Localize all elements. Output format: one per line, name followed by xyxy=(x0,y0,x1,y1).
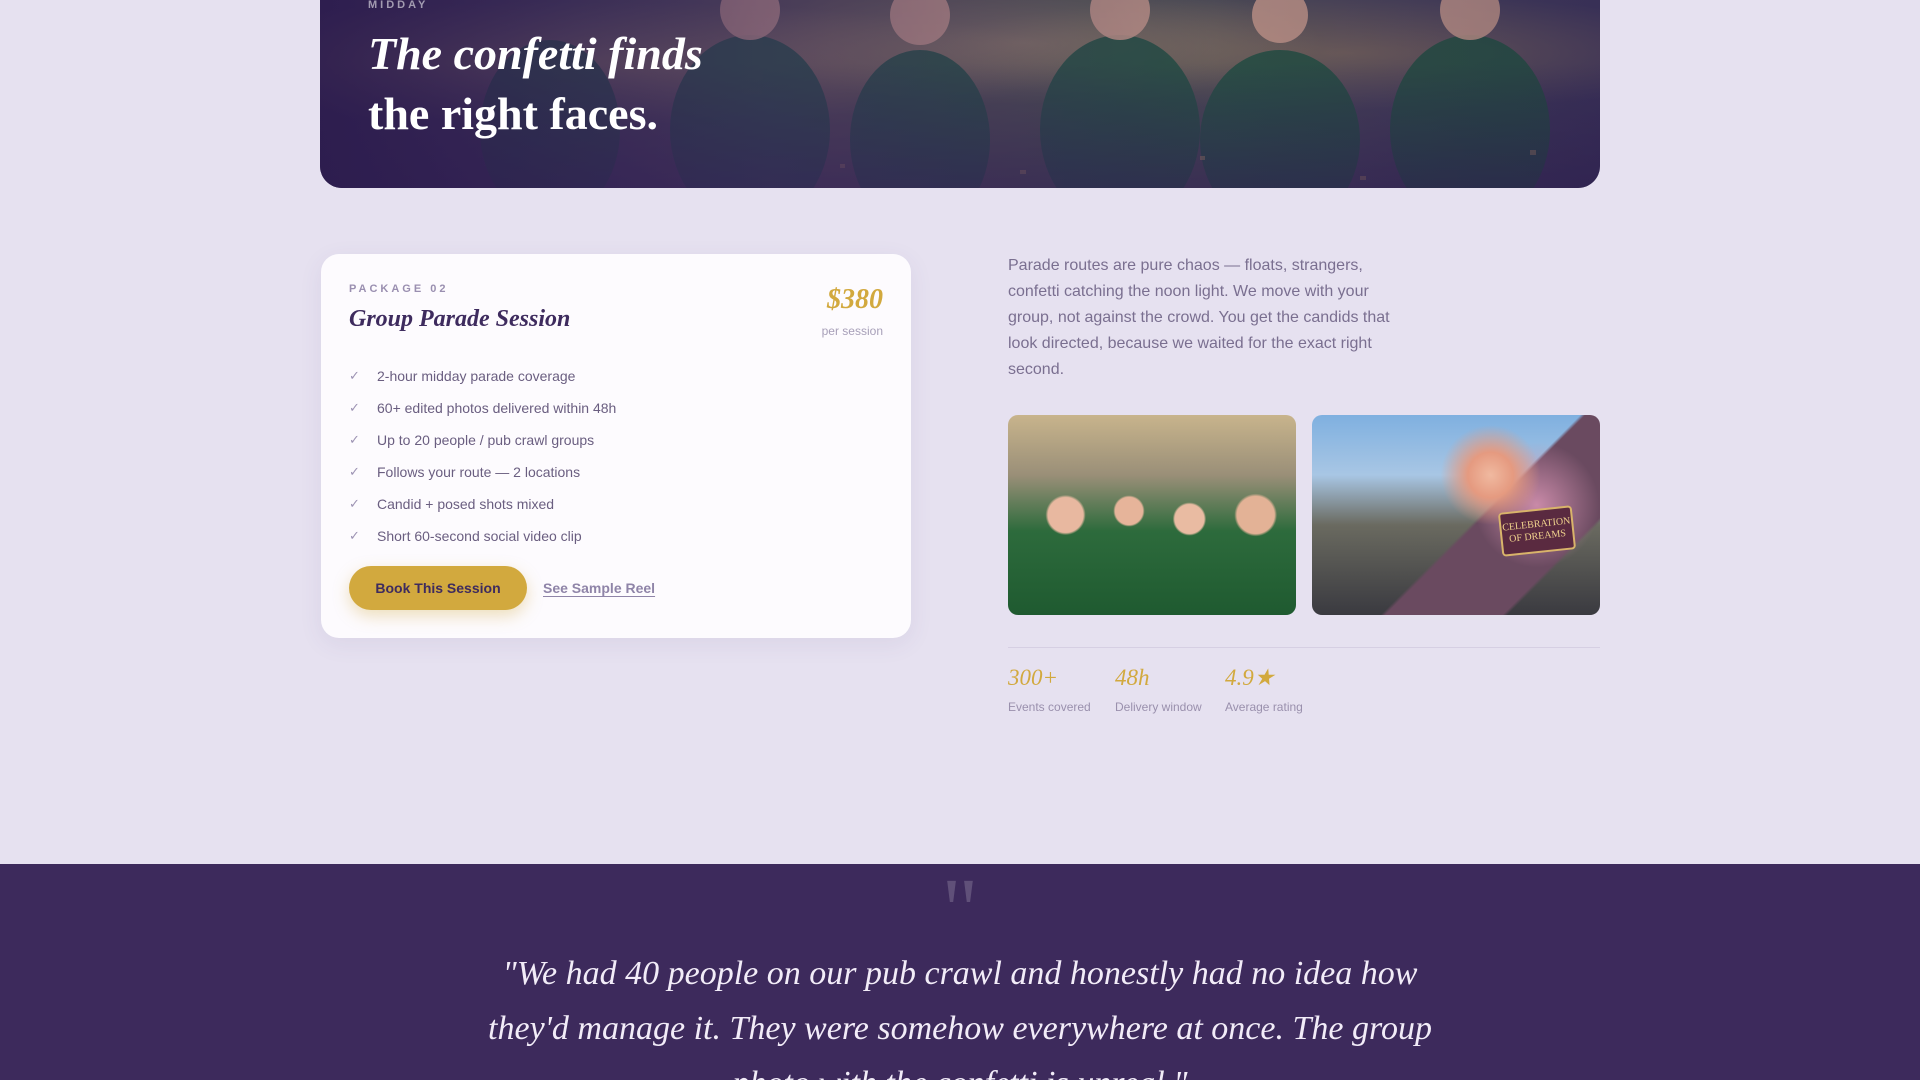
feature-item: ✓ Up to 20 people / pub crawl groups xyxy=(349,424,616,456)
stat-value: 300+ xyxy=(1008,665,1059,690)
see-sample-reel-link[interactable]: See Sample Reel xyxy=(543,580,655,596)
stat-delivery: 48h Delivery window xyxy=(1115,665,1202,714)
feature-text: Up to 20 people / pub crawl groups xyxy=(377,432,595,448)
package-card: PACKAGE 02 Group Parade Session $380 per… xyxy=(321,254,911,638)
feature-item: ✓ 60+ edited photos delivered within 48h xyxy=(349,392,616,424)
stat-label: Events covered xyxy=(1008,700,1091,714)
parade-photo-float: CELEBRATION OF DREAMS xyxy=(1312,415,1600,615)
stat-label: Delivery window xyxy=(1115,700,1202,714)
feature-item: ✓ Short 60-second social video clip xyxy=(349,520,616,552)
feature-text: 2-hour midday parade coverage xyxy=(377,368,576,384)
hero-title-line-2: the right faces. xyxy=(368,88,658,139)
stat-rating: 4.9★ Average rating xyxy=(1225,665,1303,714)
hero-title-line-1: The confetti finds xyxy=(368,28,703,79)
hero-eyebrow: MIDDAY xyxy=(368,0,429,11)
quote-icon: " xyxy=(941,864,979,960)
session-description: Parade routes are pure chaos — floats, s… xyxy=(1008,257,1390,378)
stats-divider xyxy=(1008,647,1600,648)
testimonial-section: " "We had 40 people on our pub crawl and… xyxy=(0,864,1920,1080)
feature-item: ✓ Follows your route — 2 locations xyxy=(349,456,616,488)
check-icon: ✓ xyxy=(349,496,360,511)
feature-text: Short 60-second social video clip xyxy=(377,528,582,544)
package-label: PACKAGE 02 xyxy=(349,283,449,295)
check-icon: ✓ xyxy=(349,400,360,415)
parade-photo-green-hats xyxy=(1008,415,1296,615)
float-sign: CELEBRATION OF DREAMS xyxy=(1497,505,1577,557)
stat-value: 4.9★ xyxy=(1225,665,1275,690)
stat-value: 48h xyxy=(1115,665,1150,690)
feature-item: ✓ 2-hour midday parade coverage xyxy=(349,360,616,392)
feature-text: Follows your route — 2 locations xyxy=(377,464,581,480)
check-icon: ✓ xyxy=(349,368,360,383)
stat-events: 300+ Events covered xyxy=(1008,665,1091,714)
book-session-button[interactable]: Book This Session xyxy=(349,566,527,610)
stat-label: Average rating xyxy=(1225,700,1303,714)
hero-banner: MIDDAY The confetti finds the right face… xyxy=(320,0,1600,188)
testimonial-quote: "We had 40 people on our pub crawl and h… xyxy=(488,955,1432,1080)
check-icon: ✓ xyxy=(349,432,360,447)
hero-title: The confetti finds the right faces. xyxy=(368,24,703,144)
check-icon: ✓ xyxy=(349,528,360,543)
feature-list: ✓ 2-hour midday parade coverage ✓ 60+ ed… xyxy=(349,360,616,552)
package-price: $380 xyxy=(827,284,883,315)
package-title: Group Parade Session xyxy=(349,306,571,332)
package-price-unit: per session xyxy=(821,324,883,338)
feature-text: Candid + posed shots mixed xyxy=(377,496,555,512)
feature-text: 60+ edited photos delivered within 48h xyxy=(377,400,617,416)
check-icon: ✓ xyxy=(349,464,360,479)
feature-item: ✓ Candid + posed shots mixed xyxy=(349,488,616,520)
